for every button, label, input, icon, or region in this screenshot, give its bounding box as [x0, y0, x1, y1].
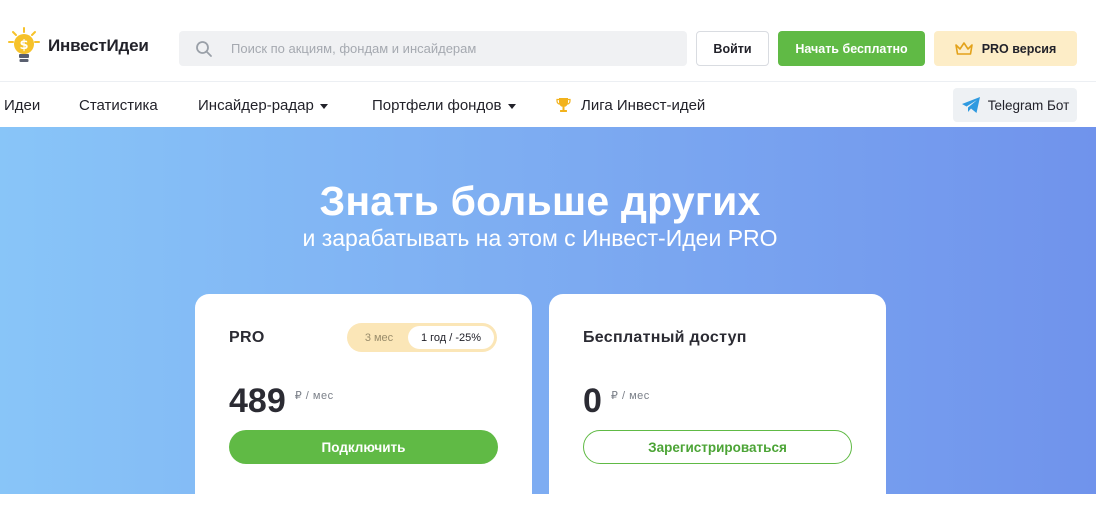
nav-item-league[interactable]: Лига Инвест-идей — [556, 83, 705, 127]
plan-price: 0 ₽ / мес — [583, 381, 650, 421]
pro-version-button[interactable]: PRO версия — [934, 31, 1077, 66]
price-value: 489 — [229, 382, 286, 420]
nav-item-label: Идеи — [4, 96, 41, 114]
svg-text:$: $ — [19, 38, 28, 53]
toggle-option-3-months[interactable]: 3 мес — [351, 326, 407, 349]
nav-item-label: Портфели фондов — [372, 96, 502, 114]
plan-price: 489 ₽ / мес — [229, 381, 334, 421]
logo[interactable]: $ ИнвестИдеи — [8, 26, 149, 66]
chevron-down-icon — [507, 103, 516, 109]
plan-title: PRO — [229, 329, 265, 346]
nav-item-insider-radar[interactable]: Инсайдер-радар — [198, 83, 328, 127]
plan-title: Бесплатный доступ — [583, 329, 747, 346]
price-unit: ₽ / мес — [610, 390, 650, 402]
nav-item-label: Статистика — [79, 96, 158, 114]
price-unit: ₽ / мес — [294, 390, 334, 402]
nav-item-label: Инсайдер-радар — [198, 96, 314, 114]
billing-period-toggle: 3 мес 1 год / -25% — [347, 323, 497, 352]
pro-plan-card: PRO 3 мес 1 год / -25% 489 ₽ / мес Подкл… — [195, 294, 532, 524]
trophy-icon — [556, 98, 571, 112]
start-free-button[interactable]: Начать бесплатно — [778, 31, 925, 66]
login-button[interactable]: Войти — [696, 31, 769, 66]
free-plan-card: Бесплатный доступ 0 ₽ / мес Зарегистриро… — [549, 294, 886, 524]
logo-text: ИнвестИдеи — [48, 36, 149, 55]
main-nav: Идеи Статистика Инсайдер-радар Портфели … — [0, 83, 1096, 127]
lightbulb-logo-icon: $ — [8, 27, 40, 62]
nav-item-statistics[interactable]: Статистика — [79, 83, 158, 127]
crown-icon — [954, 41, 973, 55]
header: $ ИнвестИдеи Войти Начать бесплатно PRO … — [0, 0, 1096, 82]
search-input[interactable] — [229, 40, 653, 57]
search-bar[interactable] — [179, 31, 687, 66]
nav-item-ideas[interactable]: Идеи — [4, 83, 40, 127]
toggle-option-1-year[interactable]: 1 год / -25% — [408, 326, 494, 349]
price-value: 0 — [583, 382, 602, 420]
telegram-bot-label: Telegram Бот — [987, 97, 1070, 113]
search-icon — [196, 40, 212, 57]
hero-section: Знать больше других и зарабатывать на эт… — [0, 127, 1096, 524]
nav-item-label: Лига Инвест-идей — [581, 96, 706, 114]
telegram-bot-button[interactable]: Telegram Бот — [953, 88, 1077, 122]
hero-title: Знать больше других — [319, 178, 761, 224]
telegram-icon — [961, 97, 980, 113]
chevron-down-icon — [319, 103, 328, 109]
pro-version-label: PRO версия — [981, 41, 1057, 56]
hero-subtitle: и зарабатывать на этом с Инвест-Идеи PRO — [302, 225, 778, 251]
register-button[interactable]: Зарегистрироваться — [583, 430, 852, 464]
nav-item-fund-portfolios[interactable]: Портфели фондов — [372, 83, 516, 127]
subscribe-button[interactable]: Подключить — [229, 430, 498, 464]
